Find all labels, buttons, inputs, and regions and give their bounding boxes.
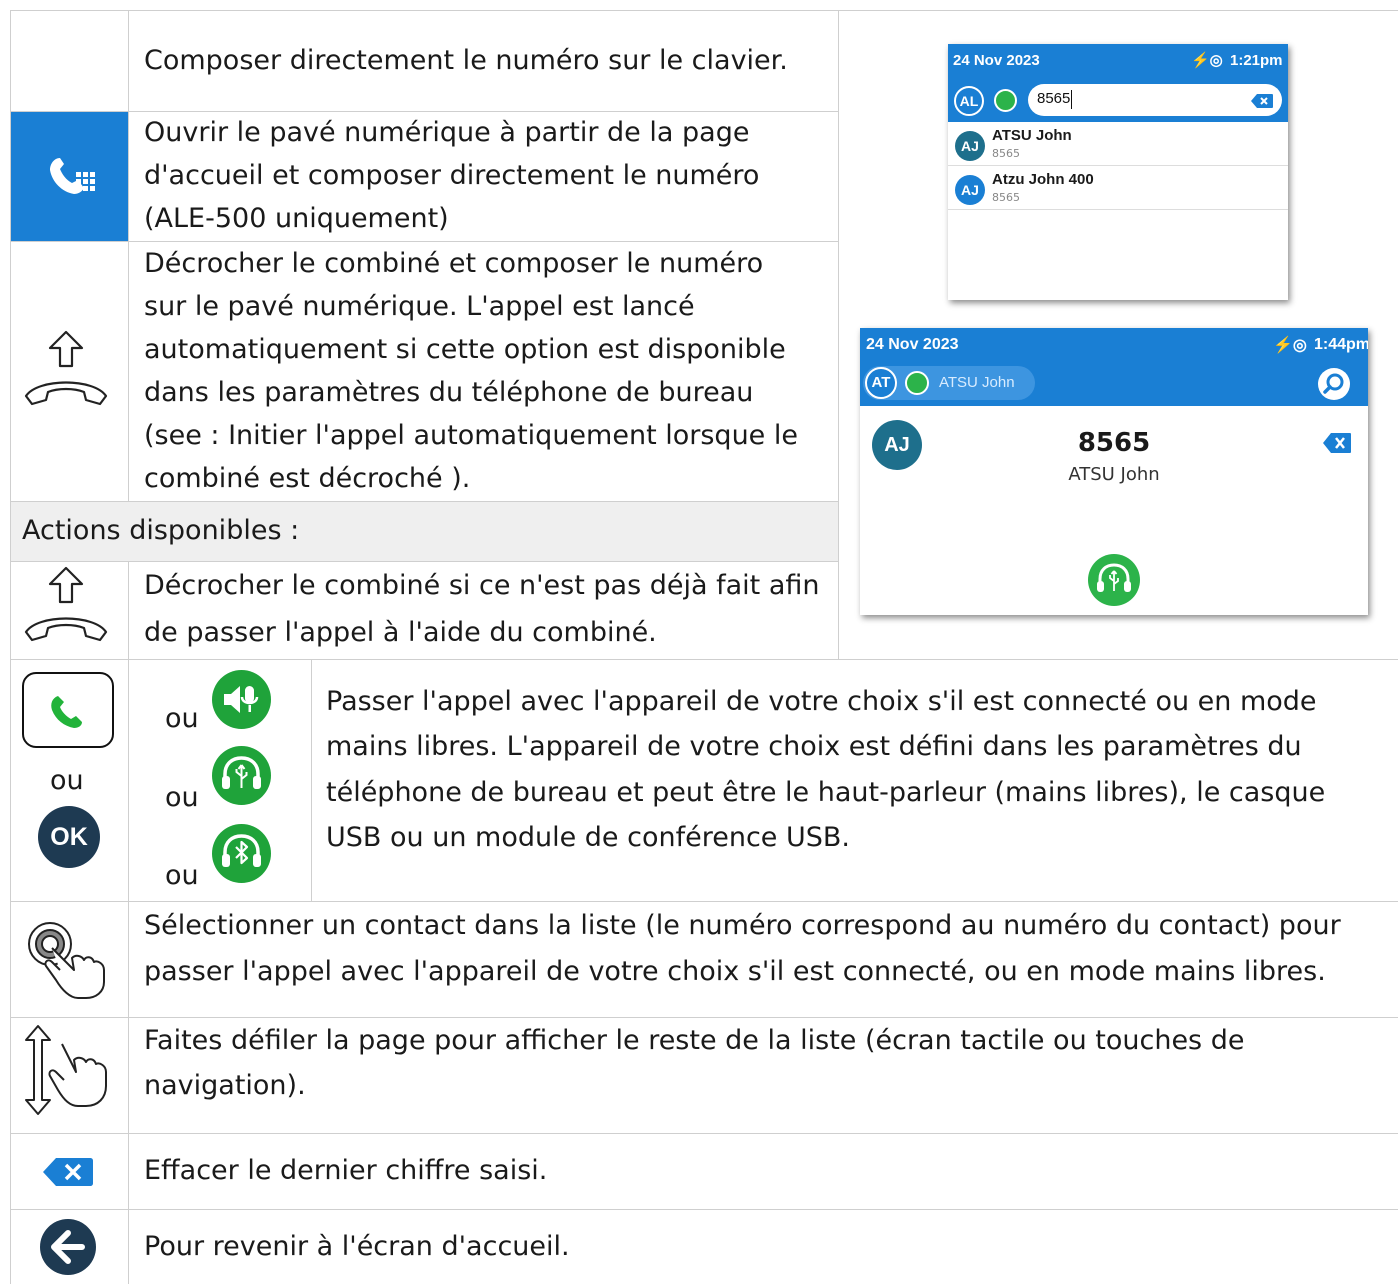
offhook-line-1: Décrocher le combiné si ce n'est pas déj… — [144, 570, 820, 601]
handset-line-1: Décrocher le combiné et composer le numé… — [144, 248, 764, 279]
user-badge: AT — [865, 367, 897, 399]
status-icons: ⚡◎ — [1273, 337, 1307, 354]
backspace-icon[interactable] — [1322, 432, 1352, 454]
or-label: ou — [165, 703, 199, 734]
header-name: ATSU John — [939, 374, 1015, 391]
back-text: Pour revenir à l'écran d'accueil. — [144, 1231, 570, 1262]
search-icon — [1323, 373, 1344, 394]
back-button[interactable] — [40, 1219, 96, 1275]
erase-text: Effacer le dernier chiffre saisi. — [144, 1155, 548, 1186]
screen-header: 24 Nov 2023 ⚡◎ 1:21pm AL 8565 — [948, 44, 1288, 122]
status-icons: ⚡◎ — [1191, 52, 1223, 69]
handset-line-2: sur le pavé numérique. L'appel est lancé — [144, 291, 695, 322]
presence-dot — [905, 371, 929, 395]
dialpad-line-2: d'accueil et composer directement le num… — [144, 160, 760, 191]
contact-number: 8565 — [992, 191, 1020, 204]
bluetooth-headset-icon — [222, 834, 261, 867]
select-line-2: passer l'appel avec l'appareil de votre … — [144, 956, 1326, 987]
backspace-icon[interactable] — [42, 1156, 94, 1188]
actions-header: Actions disponibles : — [22, 515, 300, 546]
handset-offhook-icon[interactable] — [16, 566, 116, 648]
scroll-gesture-icon — [20, 1024, 120, 1116]
dialpad-icon[interactable] — [46, 152, 98, 198]
device-line-3: téléphone de bureau et peut être le haut… — [326, 777, 1326, 808]
contact-item[interactable]: AJ ATSU John 8565 — [948, 122, 1288, 166]
presence-dot — [994, 89, 1017, 112]
usb-headset-icon — [1097, 563, 1131, 592]
search-button[interactable] — [1318, 368, 1350, 400]
backspace-icon[interactable] — [1250, 93, 1274, 109]
usb-headset-button[interactable] — [1088, 554, 1140, 606]
contact-name: Atzu John 400 — [992, 171, 1094, 188]
screen-time: 1:21pm — [1230, 52, 1283, 69]
handset-offhook-icon[interactable] — [16, 330, 116, 412]
or-label: ou — [165, 782, 199, 813]
bluetooth-headset-button[interactable] — [212, 824, 271, 883]
dialed-name: ATSU John — [1068, 464, 1160, 485]
ok-button[interactable]: OK — [38, 806, 100, 868]
handset-line-6: combiné est décroché ). — [144, 463, 471, 494]
phone-screen-dial: 24 Nov 2023 ⚡◎ 1:44pm AT ATSU John AJ 85… — [860, 328, 1368, 615]
contact-name: ATSU John — [992, 127, 1072, 144]
scroll-line-1: Faites défiler la page pour afficher le … — [144, 1025, 1245, 1056]
dialpad-line-1: Ouvrir le pavé numérique à partir de la … — [144, 117, 750, 148]
arrow-left-icon — [51, 1230, 85, 1264]
device-line-1: Passer l'appel avec l'appareil de votre … — [326, 686, 1317, 717]
dial-direct-text: Composer directement le numéro sur le cl… — [144, 45, 788, 76]
phone-screen-search: 24 Nov 2023 ⚡◎ 1:21pm AL 8565 AJ ATSU Jo… — [948, 44, 1288, 300]
screen-time: 1:44pm — [1314, 336, 1368, 353]
touch-select-icon — [20, 918, 120, 1000]
call-button[interactable] — [22, 672, 114, 748]
handset-line-4: dans les paramètres du téléphone de bure… — [144, 377, 754, 408]
avatar: AJ — [955, 131, 985, 161]
screen-header: 24 Nov 2023 ⚡◎ 1:44pm AT ATSU John — [860, 328, 1368, 406]
device-line-2: mains libres. L'appareil de votre choix … — [326, 731, 1302, 762]
speaker-icon — [224, 686, 259, 713]
search-input[interactable]: 8565 — [1028, 84, 1282, 116]
or-label: ou — [50, 765, 84, 796]
usb-headset-icon — [222, 756, 261, 789]
handset-line-5: (see : Initier l'appel automatiquement l… — [144, 420, 798, 451]
user-badge[interactable]: AL — [954, 86, 984, 116]
scroll-line-2: navigation). — [144, 1070, 306, 1101]
or-label: ou — [165, 860, 199, 891]
device-line-4: USB ou un module de conférence USB. — [326, 822, 850, 853]
dialpad-line-3: (ALE-500 uniquement) — [144, 203, 449, 234]
handset-green-icon — [51, 696, 82, 728]
screen-date: 24 Nov 2023 — [953, 52, 1040, 69]
speaker-button[interactable] — [212, 670, 271, 729]
usb-headset-button[interactable] — [212, 746, 271, 805]
dialed-number: 8565 — [1077, 428, 1151, 458]
contact-number: 8565 — [992, 147, 1020, 160]
search-value: 8565 — [1037, 90, 1071, 107]
avatar: AJ — [955, 175, 985, 205]
handset-line-3: automatiquement si cette option est disp… — [144, 334, 786, 365]
contact-item[interactable]: AJ Atzu John 400 8565 — [948, 166, 1288, 210]
screen-date: 24 Nov 2023 — [866, 336, 959, 353]
offhook-line-2: de passer l'appel à l'aide du combiné. — [144, 617, 657, 648]
select-line-1: Sélectionner un contact dans la liste (l… — [144, 910, 1341, 941]
user-pill[interactable]: AT ATSU John — [863, 366, 1035, 400]
